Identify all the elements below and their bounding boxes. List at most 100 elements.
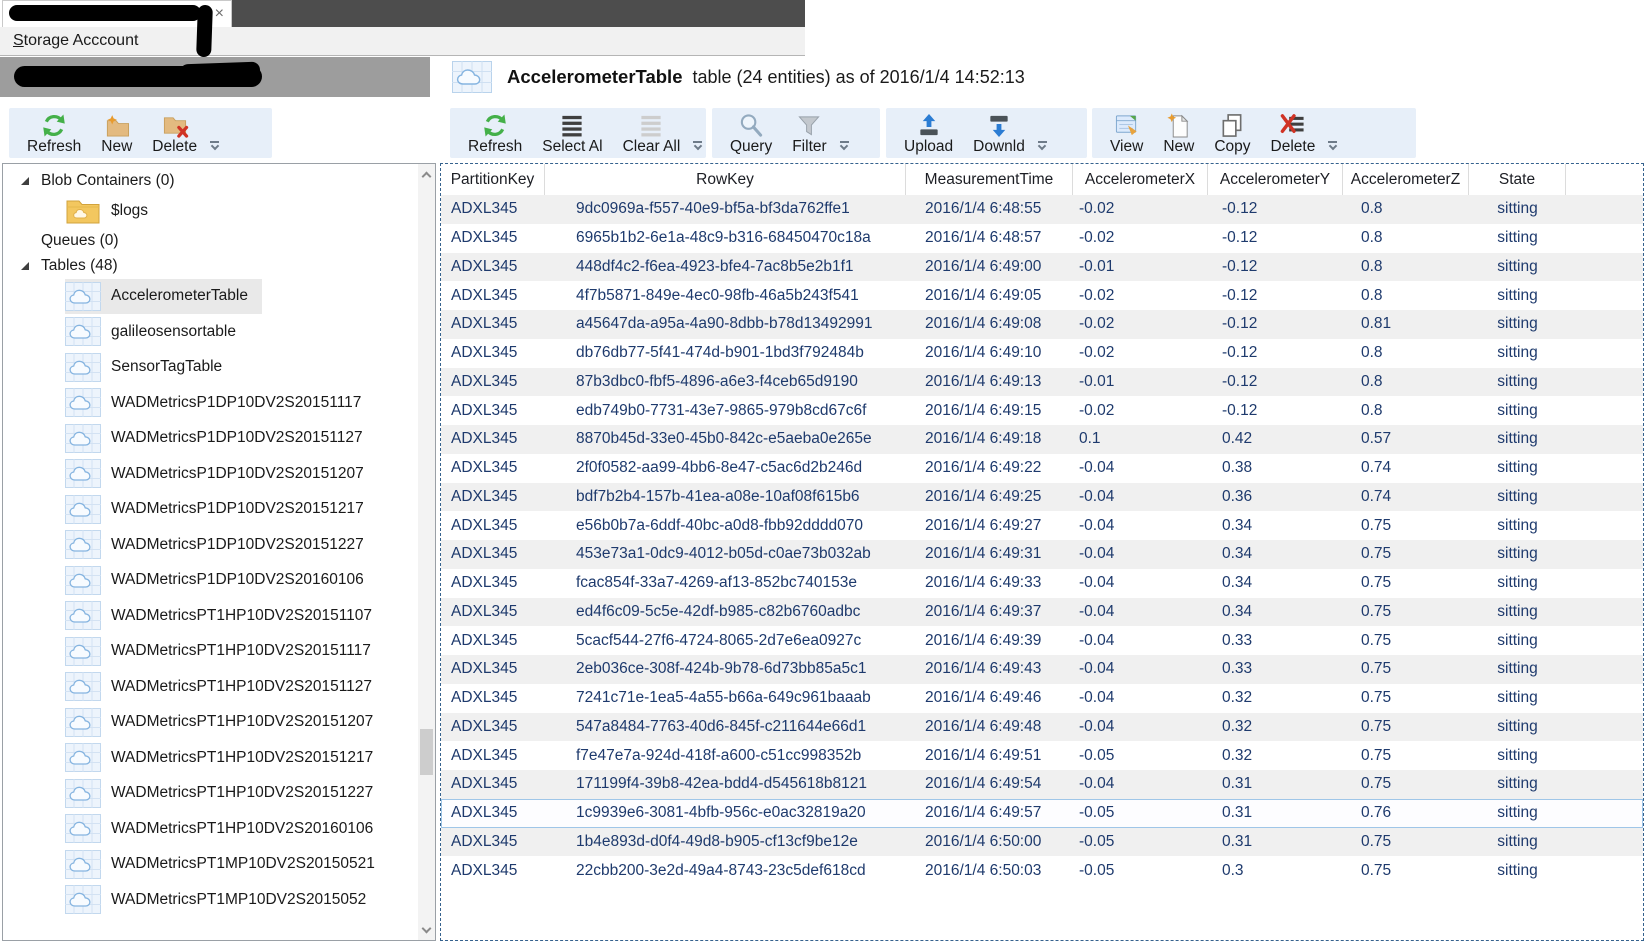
- entity-row[interactable]: ADXL345db76db77-5f41-474d-b901-1bd3f7924…: [441, 339, 1643, 368]
- entity-row[interactable]: ADXL3456965b1b2-6e1a-48c9-b316-68450470c…: [441, 224, 1643, 253]
- entity-row[interactable]: ADXL3455cacf544-27f6-4724-8065-2d7e6ea09…: [441, 626, 1643, 655]
- cell-measurementtime: 2016/1/4 6:49:15: [906, 402, 1073, 420]
- entity-row[interactable]: ADXL345171199f4-39b8-42ea-bdd4-d545618b8…: [441, 770, 1643, 799]
- sidebar-new-button[interactable]: New: [91, 111, 142, 156]
- tree-item-galileosensortable[interactable]: galileosensortable: [3, 314, 417, 350]
- table-cloud-icon: [65, 637, 101, 666]
- tree-item-wadmetricsp1dp10dv2s20160106[interactable]: WADMetricsP1DP10DV2S20160106: [3, 563, 417, 599]
- table-cloud-icon: [65, 495, 101, 524]
- entity-row[interactable]: ADXL34522cbb200-3e2d-49a4-8743-23c5def61…: [441, 856, 1643, 885]
- cell-measurementtime: 2016/1/4 6:49:57: [906, 804, 1073, 822]
- upload-button[interactable]: Upload: [894, 111, 963, 156]
- transfer-group-overflow-icon[interactable]: [1035, 111, 1050, 156]
- tree-item-sensortagtable[interactable]: SensorTagTable: [3, 350, 417, 386]
- entity-group-overflow-icon[interactable]: [1325, 111, 1340, 156]
- entity-row[interactable]: ADXL3458870b45d-33e0-45b0-842c-e5aeba0e2…: [441, 425, 1643, 454]
- column-header-partitionkey[interactable]: PartitionKey: [441, 164, 545, 195]
- cell-accelerometerz: 0.57: [1343, 430, 1469, 448]
- column-header-measurementtime[interactable]: MeasurementTime: [906, 164, 1073, 195]
- entity-row[interactable]: ADXL3452f0f0582-aa99-4bb6-8e47-c5ac6d2b2…: [441, 454, 1643, 483]
- new-entity-button[interactable]: New: [1153, 111, 1204, 156]
- tree-item-wadmetricspt1mp10dv2s20150521[interactable]: WADMetricsPT1MP10DV2S20150521: [3, 847, 417, 883]
- cell-accelerometerz: 0.74: [1343, 488, 1469, 506]
- cell-accelerometerx: -0.04: [1073, 574, 1208, 592]
- entity-row[interactable]: ADXL3459dc0969a-f557-40e9-bf5a-bf3da762f…: [441, 195, 1643, 224]
- tree-item-wadmetricsp1dp10dv2s20151227[interactable]: WADMetricsP1DP10DV2S20151227: [3, 527, 417, 563]
- view-button[interactable]: View: [1100, 111, 1153, 156]
- tree-item-accelerometertable[interactable]: AccelerometerTable: [3, 279, 417, 315]
- entity-row[interactable]: ADXL345a45647da-a95a-4a90-8dbb-b78d13492…: [441, 310, 1643, 339]
- scrollbar-up-icon[interactable]: [418, 166, 435, 183]
- cell-accelerometerz: 0.8: [1343, 287, 1469, 305]
- tree-item-wadmetricspt1hp10dv2s20151117[interactable]: WADMetricsPT1HP10DV2S20151117: [3, 634, 417, 670]
- entity-row[interactable]: ADXL345e56b0b7a-6ddf-40bc-a0d8-fbb92dddd…: [441, 511, 1643, 540]
- tree-item-blob-containers-0-[interactable]: Blob Containers (0): [3, 168, 417, 193]
- cell-measurementtime: 2016/1/4 6:49:00: [906, 258, 1073, 276]
- tree-item-tables-48-[interactable]: Tables (48): [3, 254, 417, 279]
- sidebar-delete-button[interactable]: Delete: [142, 111, 207, 156]
- entity-row[interactable]: ADXL3452eb036ce-308f-424b-9b78-6d73bb85a…: [441, 655, 1643, 684]
- menu-storage-account[interactable]: Storage Acccount: [13, 27, 138, 55]
- query-button[interactable]: Query: [720, 111, 782, 156]
- cell-measurementtime: 2016/1/4 6:49:10: [906, 344, 1073, 362]
- tree-item-wadmetricspt1mp10dv2s2015052[interactable]: WADMetricsPT1MP10DV2S2015052: [3, 882, 417, 918]
- tree-item-wadmetricspt1hp10dv2s20160106[interactable]: WADMetricsPT1HP10DV2S20160106: [3, 811, 417, 847]
- tree-item-queues-0-[interactable]: Queues (0): [3, 229, 417, 254]
- delete-entity-button[interactable]: Delete: [1261, 111, 1326, 156]
- cell-state: sitting: [1469, 775, 1566, 793]
- column-header-accelerometerz[interactable]: AccelerometerZ: [1343, 164, 1469, 195]
- tree-scrollbar[interactable]: [418, 164, 435, 940]
- tree-item-wadmetricspt1hp10dv2s20151217[interactable]: WADMetricsPT1HP10DV2S20151217: [3, 740, 417, 776]
- selection-group-overflow-icon[interactable]: [690, 111, 705, 156]
- tree-item-wadmetricspt1hp10dv2s20151207[interactable]: WADMetricsPT1HP10DV2S20151207: [3, 705, 417, 741]
- sidebar-toolbar-overflow-icon[interactable]: [207, 111, 222, 156]
- copy-entity-button[interactable]: Copy: [1204, 111, 1260, 156]
- entity-row[interactable]: ADXL34587b3dbc0-fbf5-4896-a6e3-f4ceb65d9…: [441, 368, 1643, 397]
- grid-refresh-button[interactable]: Refresh: [458, 111, 532, 156]
- entity-row[interactable]: ADXL3457241c71e-1ea5-4a55-b66a-649c961ba…: [441, 684, 1643, 713]
- select-all-button[interactable]: Select Al: [532, 111, 612, 156]
- tab-close-icon[interactable]: ×: [215, 4, 224, 24]
- sidebar-toolbar: Refresh New Delete: [9, 108, 272, 158]
- entity-row[interactable]: ADXL3454f7b5871-849e-4ec0-98fb-46a5b243f…: [441, 281, 1643, 310]
- entity-row[interactable]: ADXL345bdf7b2b4-157b-41ea-a08e-10af08f61…: [441, 483, 1643, 512]
- scrollbar-thumb[interactable]: [420, 729, 433, 775]
- tree-item-wadmetricsp1dp10dv2s20151207[interactable]: WADMetricsP1DP10DV2S20151207: [3, 456, 417, 492]
- tree-item-wadmetricsp1dp10dv2s20151127[interactable]: WADMetricsP1DP10DV2S20151127: [3, 421, 417, 457]
- download-button[interactable]: Downld: [963, 111, 1035, 156]
- cell-accelerometery: 0.32: [1208, 747, 1343, 765]
- menu-bar: Storage Acccount: [0, 27, 805, 56]
- cell-rowkey: 2eb036ce-308f-424b-9b78-6d73bb85a5c1: [545, 660, 906, 678]
- column-header-accelerometery[interactable]: AccelerometerY: [1208, 164, 1343, 195]
- folder-icon: [65, 197, 101, 225]
- entity-row[interactable]: ADXL3451b4e893d-d0f4-49d8-b905-cf13cf9be…: [441, 828, 1643, 857]
- tree-item-wadmetricsp1dp10dv2s20151117[interactable]: WADMetricsP1DP10DV2S20151117: [3, 385, 417, 421]
- tree-item-wadmetricspt1hp10dv2s20151107[interactable]: WADMetricsPT1HP10DV2S20151107: [3, 598, 417, 634]
- entity-row[interactable]: ADXL345453e73a1-0dc9-4012-b05d-c0ae73b03…: [441, 540, 1643, 569]
- expander-icon[interactable]: [21, 262, 29, 270]
- tree-item-wadmetricspt1hp10dv2s20151127[interactable]: WADMetricsPT1HP10DV2S20151127: [3, 669, 417, 705]
- entity-row[interactable]: ADXL345547a8484-7763-40d6-845f-c211644e6…: [441, 713, 1643, 742]
- cell-measurementtime: 2016/1/4 6:49:51: [906, 747, 1073, 765]
- query-group-overflow-icon[interactable]: [837, 111, 852, 156]
- clear-all-button[interactable]: Clear All: [613, 111, 691, 156]
- column-header-accelerometerx[interactable]: AccelerometerX: [1073, 164, 1208, 195]
- expander-icon[interactable]: [21, 177, 29, 185]
- entity-row[interactable]: ADXL3451c9939e6-3081-4bfb-956c-e0ac32819…: [441, 799, 1643, 828]
- entity-row[interactable]: ADXL345fcac854f-33a7-4269-af13-852bc7401…: [441, 569, 1643, 598]
- entity-row[interactable]: ADXL345edb749b0-7731-43e7-9865-979b8cd67…: [441, 396, 1643, 425]
- tree-item-wadmetricsp1dp10dv2s20151217[interactable]: WADMetricsP1DP10DV2S20151217: [3, 492, 417, 528]
- entity-row[interactable]: ADXL345f7e47e7a-924d-418f-a600-c51cc9983…: [441, 741, 1643, 770]
- tree-item-wadmetricspt1hp10dv2s20151227[interactable]: WADMetricsPT1HP10DV2S20151227: [3, 776, 417, 812]
- cell-accelerometerz: 0.75: [1343, 517, 1469, 535]
- tree-item-$logs[interactable]: $logs: [3, 193, 417, 229]
- sidebar-refresh-button[interactable]: Refresh: [17, 111, 91, 156]
- entity-row[interactable]: ADXL345448df4c2-f6ea-4923-bfe4-7ac8b5e2b…: [441, 253, 1643, 282]
- entity-row[interactable]: ADXL345ed4f6c09-5c5e-42df-b985-c82b6760a…: [441, 598, 1643, 627]
- scrollbar-down-icon[interactable]: [418, 921, 435, 938]
- column-header-rowkey[interactable]: RowKey: [545, 164, 906, 195]
- filter-button[interactable]: Filter: [782, 111, 836, 156]
- column-header-state[interactable]: State: [1469, 164, 1566, 195]
- cell-accelerometerz: 0.75: [1343, 775, 1469, 793]
- tree-item-label: Blob Containers (0): [41, 172, 175, 190]
